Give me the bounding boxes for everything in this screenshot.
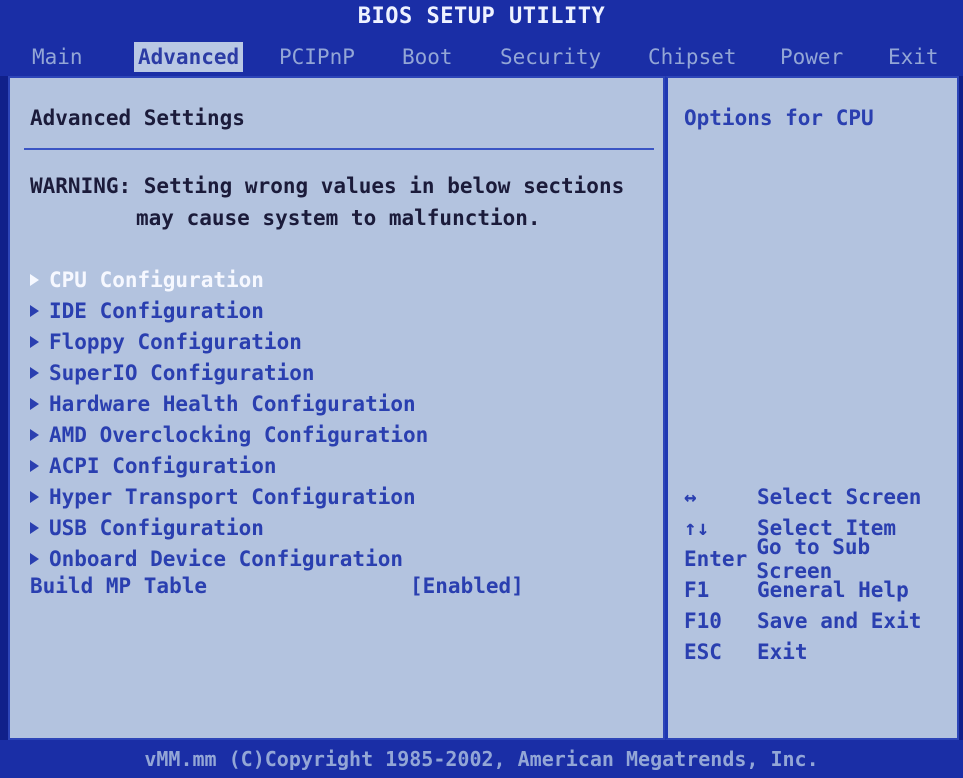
tab-boot[interactable]: Boot xyxy=(398,42,457,72)
copyright-text: vMM.mm (C)Copyright 1985-2002, American … xyxy=(144,747,819,771)
menu-item-label: Onboard Device Configuration xyxy=(49,546,404,571)
key-description: Exit xyxy=(757,639,808,664)
help-panel: Options for CPU ↔ Select Screen ↑↓ Selec… xyxy=(665,76,959,740)
key-label: F1 xyxy=(684,577,710,602)
submenu-arrow-icon xyxy=(30,397,39,410)
tab-security[interactable]: Security xyxy=(496,42,605,72)
submenu-arrow-icon xyxy=(30,273,39,286)
key-label: ESC xyxy=(684,639,722,664)
left-right-arrows-icon: ↔ xyxy=(684,484,697,509)
footer-bar: vMM.mm (C)Copyright 1985-2002, American … xyxy=(0,740,963,778)
tab-pcipnp[interactable]: PCIPnP xyxy=(275,42,359,72)
menu-bar: Main Advanced PCIPnP Boot Security Chips… xyxy=(0,32,963,76)
submenu-arrow-icon xyxy=(30,459,39,472)
menu-item-amd-overclocking-configuration[interactable]: AMD Overclocking Configuration xyxy=(30,419,428,450)
tab-exit[interactable]: Exit xyxy=(884,42,943,72)
tab-power[interactable]: Power xyxy=(776,42,847,72)
submenu-arrow-icon xyxy=(30,335,39,348)
menu-item-label: CPU Configuration xyxy=(49,267,264,292)
build-mp-table-setting[interactable]: Build MP Table [Enabled] xyxy=(30,574,630,605)
key-legend: ↔ Select Screen ↑↓ Select Item Enter Go … xyxy=(684,481,957,667)
submenu-arrow-icon xyxy=(30,490,39,503)
settings-panel: Advanced Settings WARNING: Setting wrong… xyxy=(8,76,665,740)
menu-item-acpi-configuration[interactable]: ACPI Configuration xyxy=(30,450,428,481)
key-description: Go to Sub Screen xyxy=(756,534,871,583)
warning-text-line1: WARNING: Setting wrong values in below s… xyxy=(30,174,625,198)
key-legend-row: ESC Exit xyxy=(684,636,957,667)
key-legend-row: Enter Go to Sub Screen xyxy=(684,535,957,583)
menu-item-label: USB Configuration xyxy=(49,515,264,540)
menu-item-label: SuperIO Configuration xyxy=(49,360,315,385)
submenu-arrow-icon xyxy=(30,366,39,379)
menu-item-label: Floppy Configuration xyxy=(49,329,302,354)
key-legend-row: ↔ Select Screen xyxy=(684,481,957,512)
submenu-arrow-icon xyxy=(30,428,39,441)
submenu-arrow-icon xyxy=(30,552,39,565)
setting-value[interactable]: [Enabled] xyxy=(410,574,524,598)
key-description: Save and Exit xyxy=(757,608,922,633)
menu-item-label: ACPI Configuration xyxy=(49,453,277,478)
submenu-arrow-icon xyxy=(30,521,39,534)
config-menu-list: CPU Configuration IDE Configuration Flop… xyxy=(30,264,428,574)
menu-item-label: IDE Configuration xyxy=(49,298,264,323)
bios-screen: BIOS SETUP UTILITY Main Advanced PCIPnP … xyxy=(0,0,963,778)
key-label: Enter xyxy=(684,546,748,571)
menu-item-cpu-configuration[interactable]: CPU Configuration xyxy=(30,264,428,295)
panel-title: Advanced Settings xyxy=(30,106,245,130)
key-label: F10 xyxy=(684,608,722,633)
tab-main[interactable]: Main xyxy=(28,42,87,72)
menu-item-ide-configuration[interactable]: IDE Configuration xyxy=(30,295,428,326)
menu-item-usb-configuration[interactable]: USB Configuration xyxy=(30,512,428,543)
key-description: General Help xyxy=(757,577,909,602)
menu-item-floppy-configuration[interactable]: Floppy Configuration xyxy=(30,326,428,357)
menu-item-superio-configuration[interactable]: SuperIO Configuration xyxy=(30,357,428,388)
menu-item-label: Hardware Health Configuration xyxy=(49,391,416,416)
submenu-arrow-icon xyxy=(30,304,39,317)
menu-item-label: Hyper Transport Configuration xyxy=(49,484,416,509)
title-bar: BIOS SETUP UTILITY xyxy=(0,0,963,32)
tab-advanced[interactable]: Advanced xyxy=(134,42,244,72)
up-down-arrows-icon: ↑↓ xyxy=(684,515,710,540)
menu-item-onboard-device-configuration[interactable]: Onboard Device Configuration xyxy=(30,543,428,574)
tab-chipset[interactable]: Chipset xyxy=(644,42,741,72)
warning-text-line2: may cause system to malfunction. xyxy=(136,206,541,230)
menu-item-label: AMD Overclocking Configuration xyxy=(49,422,429,447)
title-divider xyxy=(24,148,654,150)
app-title: BIOS SETUP UTILITY xyxy=(357,3,606,29)
help-title: Options for CPU xyxy=(684,106,874,130)
menu-item-hyper-transport-configuration[interactable]: Hyper Transport Configuration xyxy=(30,481,428,512)
key-description: Select Screen xyxy=(757,484,922,509)
key-legend-row: F10 Save and Exit xyxy=(684,605,957,636)
menu-item-hardware-health-configuration[interactable]: Hardware Health Configuration xyxy=(30,388,428,419)
setting-label: Build MP Table xyxy=(30,574,208,598)
